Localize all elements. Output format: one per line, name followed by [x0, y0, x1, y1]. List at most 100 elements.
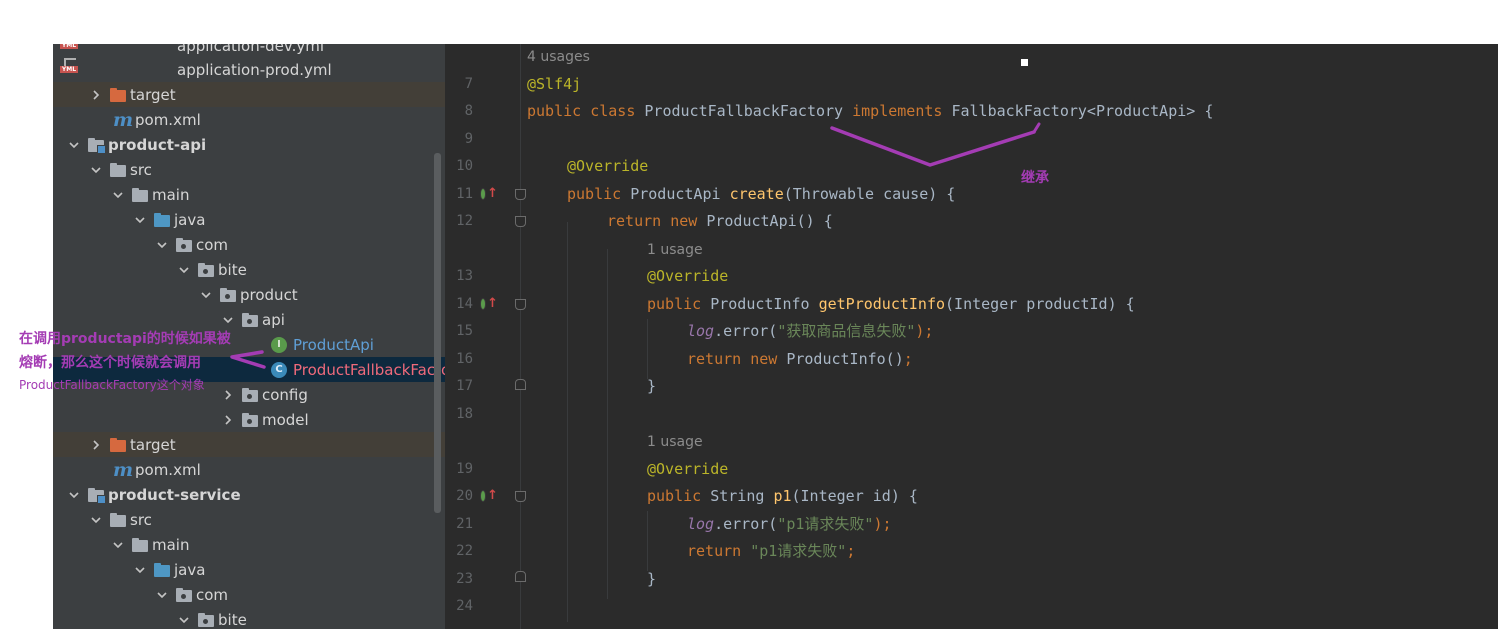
tree-item-product-api[interactable]: product-api [53, 132, 445, 157]
tree-item-application-dev-yml[interactable]: YML application-dev.yml [53, 44, 445, 58]
tree-item-main[interactable]: main [53, 182, 445, 207]
code-token: FallbackFactory<ProductApi> { [951, 102, 1214, 120]
chevron-down-icon[interactable] [199, 288, 213, 302]
tree-item-src[interactable]: src [53, 157, 445, 182]
code-token: .error( [714, 322, 778, 340]
chevron-down-icon[interactable] [67, 488, 81, 502]
indent-guide [567, 222, 568, 622]
tree-item-java[interactable]: java [53, 557, 445, 582]
chevron-down-icon[interactable] [67, 138, 81, 152]
code-line-15[interactable]: log.error("获取商品信息失败"); [687, 321, 933, 341]
chevron-down-icon[interactable] [155, 238, 169, 252]
code-line-12[interactable]: return new ProductApi() { [607, 211, 833, 231]
code-line-13[interactable]: @Override [647, 266, 728, 286]
module-folder-icon [87, 487, 106, 504]
fold-marker-icon[interactable] [515, 379, 526, 390]
folder-blue-icon [153, 562, 171, 578]
code-token: (Integer productId) { [945, 295, 1135, 313]
usage-hint[interactable]: 1 usage [647, 240, 703, 260]
chevron-right-icon[interactable] [89, 438, 103, 452]
code-line-7[interactable]: @Slf4j [527, 74, 581, 94]
tree-item-pom-xml[interactable]: m pom.xml [53, 457, 445, 482]
chevron-down-icon[interactable] [133, 213, 147, 227]
indent-guide [647, 319, 648, 379]
line-number: 22 [456, 543, 473, 559]
implements-marker-icon[interactable]: ↑ [480, 489, 498, 503]
code-line-22[interactable]: return "p1请求失败"; [687, 541, 855, 561]
tree-item-label: application-dev.yml [177, 44, 325, 55]
tree-item-label: pom.xml [135, 110, 201, 129]
tree-item-product-service[interactable]: product-service [53, 482, 445, 507]
code-line-17[interactable]: } [647, 376, 656, 396]
chevron-down-icon[interactable] [177, 263, 191, 277]
code-line-14[interactable]: public ProductInfo getProductInfo(Intege… [647, 294, 1135, 314]
tree-item-label: application-prod.yml [177, 60, 332, 79]
chevron-down-icon[interactable] [111, 538, 125, 552]
tree-item-com[interactable]: com [53, 232, 445, 257]
tree-item-target[interactable]: target [53, 82, 445, 107]
tree-item-main[interactable]: main [53, 532, 445, 557]
code-line-11[interactable]: public ProductApi create(Throwable cause… [567, 184, 955, 204]
chevron-right-icon[interactable] [221, 388, 235, 402]
keyword-token: public [647, 295, 711, 313]
folder-blue-icon [153, 212, 171, 228]
tree-item-label: api [262, 310, 285, 329]
implements-marker-icon[interactable]: ↑ [480, 297, 498, 311]
usage-hint[interactable]: 1 usage [647, 432, 703, 452]
code-line-8[interactable]: public class ProductFallbackFactory impl… [527, 101, 1213, 121]
implements-marker-icon[interactable]: ↑ [480, 187, 498, 201]
fold-marker-icon[interactable] [515, 216, 526, 227]
chevron-down-icon[interactable] [89, 513, 103, 527]
tree-item-application-prod-yml[interactable]: YML application-prod.yml [53, 57, 445, 82]
chevron-down-icon[interactable] [155, 588, 169, 602]
chevron-right-icon[interactable] [221, 413, 235, 427]
tree-item-bite[interactable]: bite [53, 257, 445, 282]
tree-item-label: config [262, 385, 308, 404]
code-token: ProductInfo() [786, 350, 904, 368]
maven-icon: m [113, 458, 134, 481]
interface-icon: I [271, 336, 287, 353]
line-number: 19 [456, 461, 473, 477]
fold-marker-icon[interactable] [515, 491, 526, 502]
chevron-down-icon[interactable] [221, 313, 235, 327]
tree-item-product[interactable]: product [53, 282, 445, 307]
code-line-19[interactable]: @Override [647, 459, 728, 479]
type-token: String [710, 487, 774, 505]
tree-scrollbar[interactable] [434, 153, 441, 513]
code-line-16[interactable]: return new ProductInfo(); [687, 349, 913, 369]
chevron-down-icon[interactable] [89, 163, 103, 177]
annotation-token: @Override [647, 267, 729, 285]
fold-marker-icon[interactable] [515, 571, 526, 582]
chevron-down-icon[interactable] [111, 188, 125, 202]
fold-marker-icon[interactable] [515, 189, 526, 200]
code-line-10[interactable]: @Override [567, 156, 648, 176]
tree-item-pom-xml[interactable]: m pom.xml [53, 107, 445, 132]
usages-hint[interactable]: 4 usages [527, 47, 590, 67]
code-line-20[interactable]: public String p1(Integer id) { [647, 486, 918, 506]
tree-item-com[interactable]: com [53, 582, 445, 607]
tree-item-label: bite [218, 610, 247, 629]
tree-item-bite[interactable]: bite [53, 607, 445, 629]
tree-item-target[interactable]: target [53, 432, 445, 457]
folder-orange-icon [109, 437, 127, 453]
code-token: ProductApi() { [706, 212, 833, 230]
tree-item-label: main [152, 535, 190, 554]
chevron-down-icon[interactable] [133, 563, 147, 577]
tree-item-java[interactable]: java [53, 207, 445, 232]
code-line-21[interactable]: log.error("p1请求失败"); [687, 514, 892, 534]
string-token: "p1请求失败" [750, 542, 847, 560]
line-number: 10 [456, 158, 473, 174]
chevron-down-icon[interactable] [177, 613, 191, 627]
line-number: 11 [456, 186, 473, 202]
method-token: p1 [773, 487, 792, 505]
punct-token: ; [903, 350, 913, 368]
code-line-23[interactable]: } [647, 569, 656, 589]
code-token: .error( [714, 515, 778, 533]
tree-item-model[interactable]: model [53, 407, 445, 432]
fold-marker-icon[interactable] [515, 299, 526, 310]
code-editor[interactable]: 4 usages 7 8 9 10 11 12 13 14 15 16 17 1… [445, 44, 1498, 629]
tree-item-src[interactable]: src [53, 507, 445, 532]
chevron-right-icon[interactable] [89, 88, 103, 102]
tree-item-label: pom.xml [135, 460, 201, 479]
tree-item-label: target [130, 85, 176, 104]
